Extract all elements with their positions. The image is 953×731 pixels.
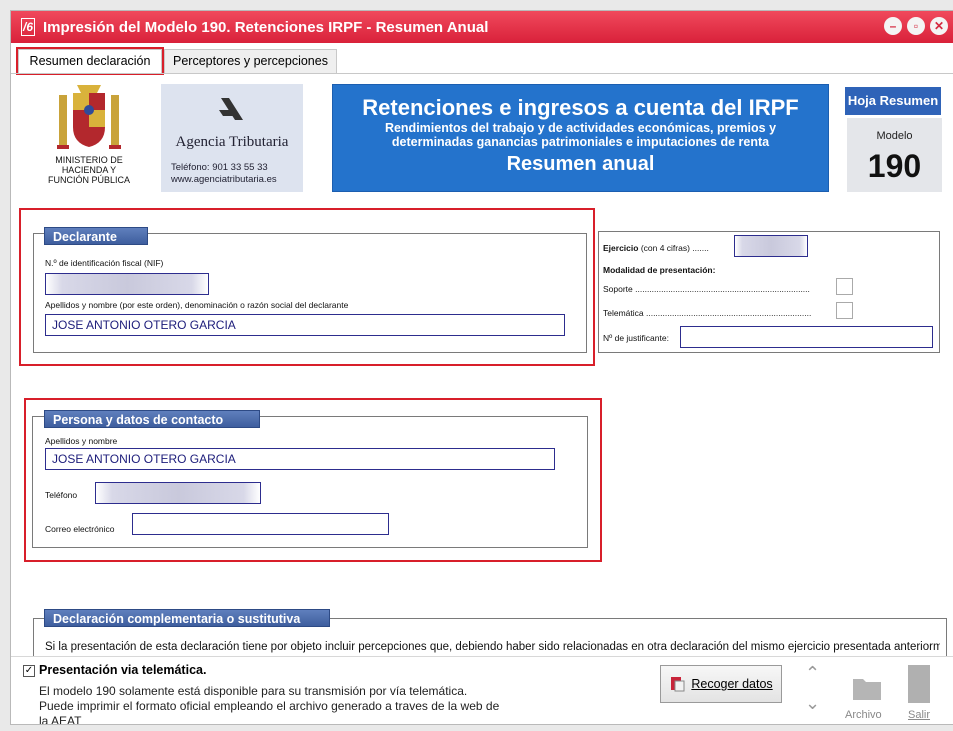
hoja-resumen-label: Hoja Resumen (845, 87, 941, 115)
agency-name: Agencia Tributaria (175, 134, 289, 150)
telematica-checkbox[interactable] (836, 302, 853, 319)
ejercicio-label-bold: Ejercicio (603, 243, 639, 253)
ministry-logo: MINISTERIO DE HACIENDA Y FUNCIÓN PÚBLICA (35, 81, 143, 193)
agency-block: Agencia Tributaria Teléfono: 901 33 55 3… (161, 84, 303, 192)
agency-web: www.agenciatributaria.es (171, 174, 277, 185)
telefono-input[interactable] (95, 482, 261, 504)
tab-perceptores[interactable]: Perceptores y percepciones (164, 49, 337, 73)
telematica-label: Telemática .............................… (603, 308, 812, 318)
info-message-1: El modelo 190 solamente está disponible … (39, 684, 468, 698)
declarante-name-input[interactable]: JOSE ANTONIO OTERO GARCIA (45, 314, 565, 336)
declarante-title: Declarante (44, 227, 148, 245)
contacto-name-label: Apellidos y nombre (45, 436, 118, 446)
close-button[interactable]: ✕ (930, 17, 948, 35)
telefono-label: Teléfono (45, 490, 78, 500)
form-banner: Retenciones e ingresos a cuenta del IRPF… (332, 84, 829, 192)
email-label: Correo electrónico (45, 524, 115, 534)
contacto-name-input[interactable]: JOSE ANTONIO OTERO GARCIA (45, 448, 555, 470)
nif-label: N.º de identificación fiscal (NIF) (45, 258, 164, 268)
modelo-label: Modelo (876, 130, 913, 142)
document-import-icon (671, 677, 685, 692)
tab-bar: Resumen declaración Perceptores y percep… (11, 43, 953, 75)
recoger-datos-label: Recoger datos (691, 677, 773, 691)
ministry-line-3: FUNCIÓN PÚBLICA (47, 175, 130, 185)
ejercicio-label: (con 4 cifras) ....... (640, 243, 709, 253)
justificante-input[interactable] (680, 326, 933, 348)
banner-line-1: Rendimientos del trabajo y de actividade… (384, 121, 777, 135)
info-message-3: la AEAT (39, 714, 82, 725)
window-title: Impresión del Modelo 190. Retenciones IR… (43, 18, 489, 36)
modelo-box: Modelo 190 (847, 118, 942, 192)
coat-of-arms-icon (57, 85, 121, 149)
ministry-line-2: HACIENDA Y (61, 165, 117, 175)
banner-subtitle: Resumen anual (506, 153, 655, 175)
chevron-up-icon[interactable]: ⌃ (805, 663, 820, 684)
nif-input[interactable] (45, 273, 209, 295)
modalidad-label: Modalidad de presentación: (603, 265, 716, 275)
bottom-bar: ✓ Presentación via telemática. El modelo… (11, 656, 953, 725)
agency-phone: Teléfono: 901 33 55 33 (171, 162, 268, 173)
ministry-line-1: MINISTERIO DE (55, 155, 123, 165)
modelo-number: 190 (867, 148, 922, 184)
maximize-button[interactable]: ▫ (907, 17, 925, 35)
exit-door-icon[interactable] (908, 665, 930, 703)
declarante-name-label: Apellidos y nombre (por este orden), den… (45, 300, 349, 310)
agencia-tributaria-logo-icon (219, 98, 243, 120)
complementaria-text: Si la presentación de esta declaración t… (45, 641, 940, 653)
info-message-2: Puede imprimir el formato oficial emplea… (39, 699, 500, 713)
contacto-title: Persona y datos de contacto (44, 410, 260, 428)
telematica-presentation-checkbox[interactable]: ✓ (23, 665, 35, 677)
archivo-label[interactable]: Archivo (845, 709, 882, 721)
chevron-down-icon[interactable]: ⌄ (805, 693, 820, 714)
justificante-label: Nº de justificante: (603, 333, 669, 343)
soporte-checkbox[interactable] (836, 278, 853, 295)
email-input[interactable] (132, 513, 389, 535)
banner-title: Retenciones e ingresos a cuenta del IRPF (362, 95, 799, 120)
salir-label[interactable]: Salir (908, 709, 930, 721)
folder-icon[interactable] (851, 671, 883, 703)
ejercicio-input[interactable] (734, 235, 808, 257)
minimize-button[interactable]: – (884, 17, 902, 35)
tab-resumen-declaracion[interactable]: Resumen declaración (16, 47, 164, 75)
soporte-label: Soporte ................................… (603, 284, 810, 294)
recoger-datos-button[interactable]: Recoger datos (660, 665, 782, 703)
telematica-presentation-label: Presentación via telemática. (39, 663, 207, 677)
banner-line-2: determinadas ganancias patrimoniales e i… (391, 135, 770, 149)
app-window: /6 Impresión del Modelo 190. Retenciones… (10, 10, 953, 725)
complementaria-title: Declaración complementaria o sustitutiva (44, 609, 330, 627)
title-bar[interactable]: /6 Impresión del Modelo 190. Retenciones… (11, 11, 953, 43)
app-icon: /6 (21, 18, 35, 36)
